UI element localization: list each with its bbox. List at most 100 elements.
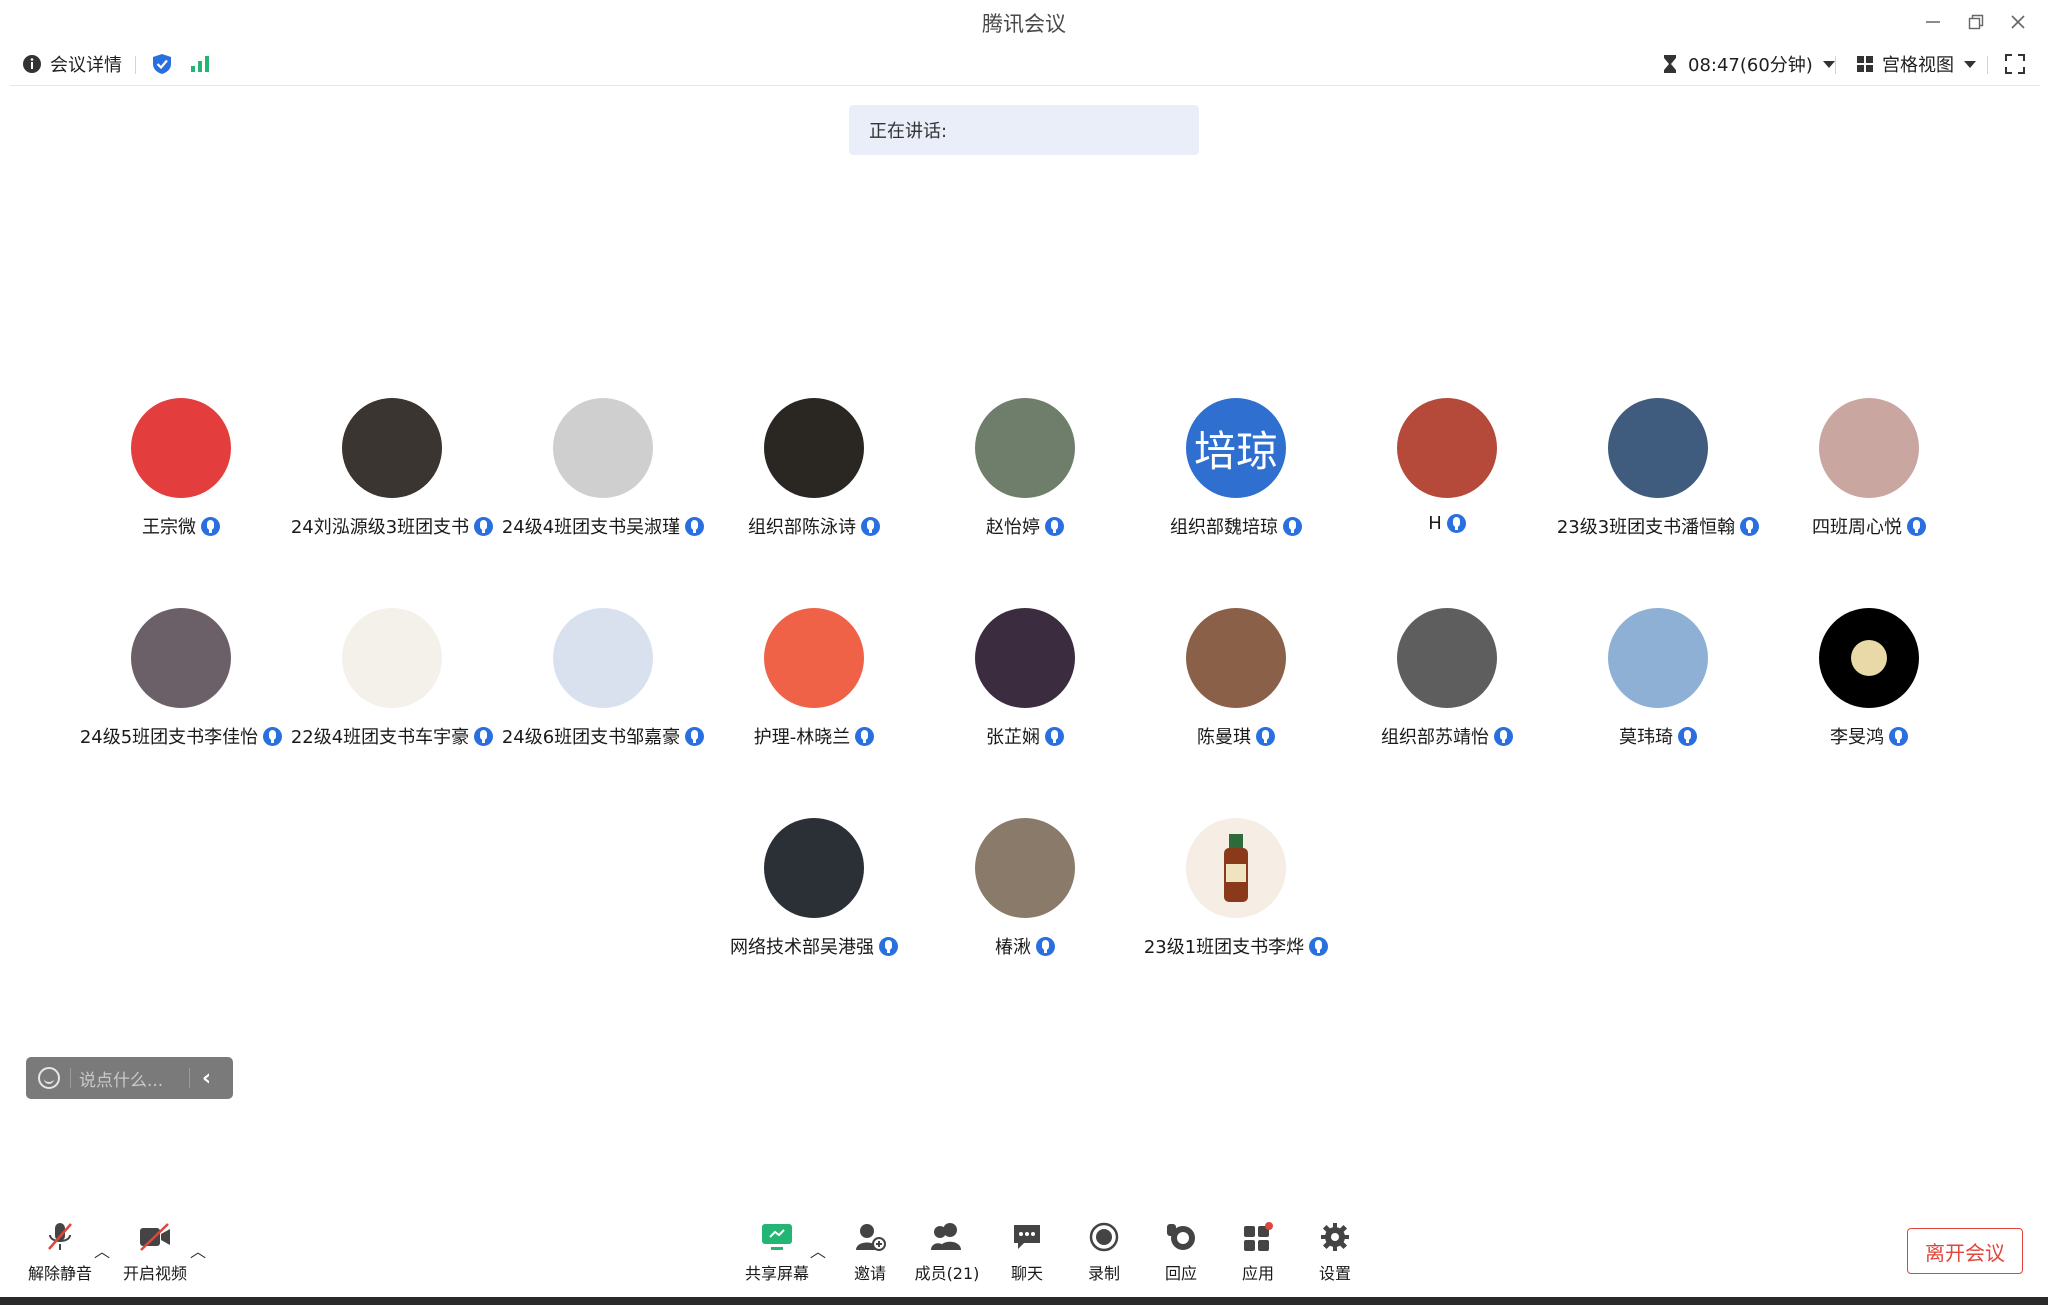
- participant-name: 赵怡婷: [986, 517, 1040, 538]
- avatar: [342, 608, 442, 708]
- avatar: [131, 608, 231, 708]
- network-signal[interactable]: [190, 46, 210, 82]
- chat-label: 聊天: [1010, 1264, 1043, 1283]
- start-video-button[interactable]: 开启视频: [115, 1220, 195, 1295]
- chevron-up-icon[interactable]: ︿: [190, 1238, 206, 1262]
- invite-button[interactable]: 邀请: [830, 1220, 910, 1295]
- record-label: 录制: [1087, 1264, 1120, 1283]
- participant-name: 22级4班团支书车宇豪: [290, 727, 470, 748]
- mic-icon: [1678, 726, 1697, 746]
- participant-name: 24级4班团支书吴淑瑾: [501, 517, 681, 538]
- timer-text: 08:47(60分钟): [1688, 55, 1813, 76]
- apps-button[interactable]: 应用: [1218, 1220, 1298, 1295]
- mic-icon: [1036, 936, 1055, 956]
- avatar: [1819, 398, 1919, 498]
- avatar: [764, 608, 864, 708]
- settings-button[interactable]: 设置: [1295, 1220, 1375, 1295]
- chevron-down-icon: [1964, 60, 1976, 68]
- chat-button[interactable]: 聊天: [987, 1220, 1067, 1295]
- gear-icon: [1321, 1223, 1349, 1251]
- members-icon: [931, 1223, 961, 1250]
- participant-name: 网络技术部吴港强: [730, 937, 874, 958]
- invite-label: 邀请: [853, 1264, 886, 1283]
- avatar: [1819, 608, 1919, 708]
- grid-view-button[interactable]: 宫格视图: [1856, 46, 1976, 82]
- share-screen-icon: [762, 1224, 792, 1250]
- chevron-up-icon[interactable]: ︿: [94, 1238, 110, 1262]
- participant-name: 四班周心悦: [1812, 517, 1902, 538]
- apps-icon: [1244, 1222, 1273, 1251]
- settings-label: 设置: [1318, 1264, 1351, 1283]
- apps-label: 应用: [1241, 1264, 1274, 1283]
- mic-icon: [1283, 516, 1302, 536]
- mic-icon: [1907, 516, 1926, 536]
- mic-muted-icon: [48, 1223, 72, 1250]
- camera-off-icon: [140, 1223, 170, 1251]
- avatar: [1608, 608, 1708, 708]
- taskbar-edge: [0, 1297, 2048, 1305]
- participant-name: 组织部魏培琼: [1170, 517, 1278, 538]
- participant-tile[interactable]: 四班周心悦: [1764, 395, 1974, 545]
- chat-quick-input[interactable]: 说点什么... ‹: [26, 1057, 233, 1099]
- fullscreen-button[interactable]: [2005, 46, 2025, 82]
- fullscreen-icon: [2005, 54, 2025, 74]
- meeting-details-label: 会议详情: [50, 55, 122, 76]
- participant-name: 组织部陈泳诗: [748, 517, 856, 538]
- share-screen-button[interactable]: 共享屏幕: [737, 1220, 817, 1295]
- leave-meeting-button[interactable]: 离开会议: [1907, 1228, 2023, 1274]
- meeting-timer[interactable]: 08:47(60分钟): [1662, 46, 1835, 82]
- participant-name: 莫玮琦: [1619, 727, 1673, 748]
- participant-name: 23级3班团支书潘恒翰: [1556, 517, 1736, 538]
- mic-icon: [1446, 514, 1466, 533]
- chat-placeholder[interactable]: 说点什么...: [79, 1066, 189, 1091]
- avatar: [764, 398, 864, 498]
- participant-name: 张芷娴: [986, 727, 1040, 748]
- restore-button[interactable]: [1956, 6, 1996, 38]
- emoji-icon[interactable]: [38, 1067, 60, 1089]
- avatar: [1397, 608, 1497, 708]
- bottle-image: [1224, 834, 1248, 902]
- avatar: [1397, 398, 1497, 498]
- react-button[interactable]: 回应: [1141, 1220, 1221, 1295]
- start-video-label: 开启视频: [122, 1264, 187, 1283]
- participant-tile[interactable]: 23级1班团支书李烨: [1131, 815, 1341, 965]
- avatar: [1608, 398, 1708, 498]
- close-button[interactable]: [1998, 6, 2038, 38]
- avatar: 培琼: [1186, 398, 1286, 498]
- grid-view-icon: [1857, 56, 1873, 72]
- avatar: [342, 398, 442, 498]
- chat-icon: [1014, 1225, 1040, 1249]
- members-button[interactable]: 成员(21): [907, 1220, 987, 1295]
- security-shield[interactable]: [152, 46, 172, 82]
- speaking-indicator: 正在讲话:: [849, 105, 1199, 155]
- app-title: 腾讯会议: [982, 12, 1066, 36]
- participant-name: 王宗微: [142, 517, 196, 538]
- participant-name: 组织部苏靖怡: [1381, 727, 1489, 748]
- shield-icon: [153, 54, 171, 74]
- close-icon: [2011, 15, 2025, 29]
- participant-tile[interactable]: 李旻鸿: [1764, 605, 1974, 755]
- avatar: [975, 398, 1075, 498]
- participant-name: 椿湫: [995, 937, 1031, 958]
- reaction-icon: [1167, 1224, 1195, 1250]
- mic-icon: [1045, 516, 1064, 536]
- mic-icon: [1494, 726, 1513, 746]
- minimize-button[interactable]: [1913, 6, 1953, 38]
- meeting-details-button[interactable]: 会议详情: [22, 46, 122, 82]
- participant-name: H: [1428, 513, 1442, 534]
- avatar: [1186, 608, 1286, 708]
- record-button[interactable]: 录制: [1064, 1220, 1144, 1295]
- chevron-up-icon[interactable]: ︿: [810, 1238, 826, 1262]
- participant-name: 24级5班团支书李佳怡: [79, 727, 259, 748]
- record-icon: [1089, 1222, 1119, 1252]
- participant-name: 24刘泓源级3班团支书: [290, 517, 470, 538]
- avatar: [1186, 818, 1286, 918]
- bottom-control-bar: 解除静音 ︿ 开启视频 ︿ 共享屏幕 ︿ 邀请 成员(21) 聊天 录制 回应 …: [0, 1210, 2048, 1295]
- minimize-icon: [1926, 21, 1940, 23]
- chevron-left-icon[interactable]: ‹: [202, 1066, 211, 1091]
- mic-icon: [1045, 726, 1064, 746]
- avatar: [553, 608, 653, 708]
- restore-icon: [1968, 14, 1984, 30]
- avatar: [553, 398, 653, 498]
- unmute-button[interactable]: 解除静音: [20, 1220, 100, 1295]
